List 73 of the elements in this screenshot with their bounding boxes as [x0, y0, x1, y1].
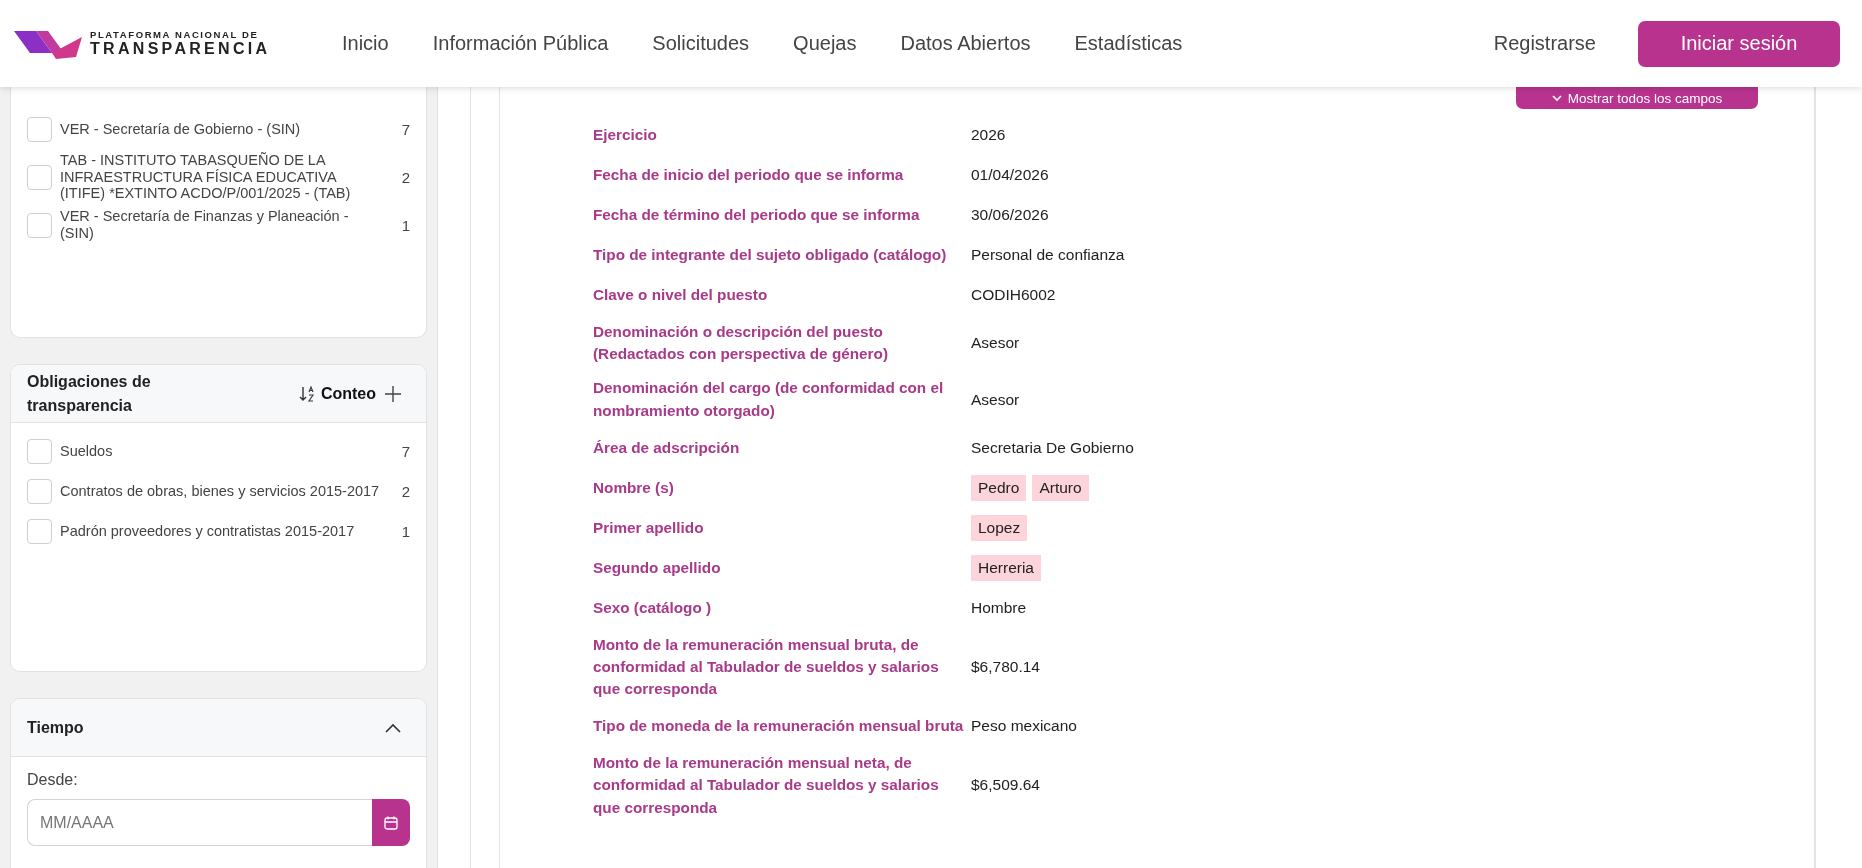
- filter-count: 1: [400, 522, 410, 540]
- filter-count: 1: [400, 216, 410, 234]
- filter-count: 7: [400, 442, 410, 460]
- field-value: Peso mexicano: [971, 716, 1078, 737]
- card-title: Obligaciones de transparencia: [27, 371, 152, 416]
- field-label: Monto de la remuneración mensual bruta, de conformidad al Tabulador de sueldos y salarios que corresponda: [593, 634, 940, 700]
- field-value: Secretaria De Gobierno: [971, 437, 1135, 458]
- checkbox[interactable]: [27, 164, 52, 190]
- checkbox[interactable]: [27, 478, 52, 504]
- sort-icon: [298, 384, 315, 403]
- field-value: 30/06/2026: [971, 205, 1050, 225]
- logo-text: TRANSPARENCIA: [90, 41, 271, 58]
- field-label: Fecha de inicio del periodo que se informa: [593, 164, 905, 185]
- field-label: Fecha de término del periodo que se informa: [593, 204, 921, 225]
- nav-link[interactable]: Quejas: [793, 32, 857, 55]
- nav-link[interactable]: Inicio: [342, 32, 389, 55]
- field-label: Tipo de integrante del sujeto obligado (catálogo): [593, 244, 948, 265]
- add-button[interactable]: [384, 384, 402, 403]
- field-label: Nombre (s): [593, 477, 675, 498]
- field-value: Asesor: [971, 389, 1021, 410]
- field-label: Denominación del cargo (de conformidad con el nombramiento otorgado): [593, 378, 945, 421]
- nav-link[interactable]: Datos Abiertos: [900, 32, 1031, 55]
- field-label: Ejercicio: [593, 124, 658, 145]
- field-value: CODIH6002: [971, 285, 1057, 305]
- filter-count: 2: [400, 168, 410, 186]
- plus-icon: [384, 384, 402, 403]
- checkbox[interactable]: [27, 212, 52, 238]
- calendar-icon: [383, 814, 399, 831]
- register-link[interactable]: Registrarse: [1493, 32, 1596, 55]
- checkbox[interactable]: [27, 518, 52, 544]
- collapse-button[interactable]: [384, 721, 402, 734]
- filter-label: Padrón proveedores y contratistas 2015-2017: [60, 522, 356, 540]
- field-label: Área de adscripción: [593, 437, 741, 458]
- highlighted-value: Arturo: [1032, 474, 1089, 501]
- field-label: Desde:: [27, 771, 79, 789]
- field-value: Personal de confianza: [971, 245, 1126, 265]
- field-label: Primer apellido: [593, 517, 705, 538]
- show-all-fields-button[interactable]: Mostrar todos los campos: [1516, 87, 1758, 109]
- filter-label: TAB - INSTITUTO TABASQUEÑO DE LA INFRAESTRUCTURA FÍSICA EDUCATIVA (ITIFE) *EXTINTO ACDO/P/001/2025 - (TAB): [60, 152, 352, 202]
- highlighted-value: Pedro: [971, 474, 1027, 501]
- filter-count: 2: [400, 482, 410, 500]
- field-value: 2026: [971, 125, 1007, 145]
- chevron-up-icon: [384, 721, 402, 734]
- checkbox[interactable]: [27, 116, 52, 142]
- filter-label: Sueldos: [60, 442, 114, 460]
- nav-link[interactable]: Estadísticas: [1074, 32, 1183, 55]
- card-title: Tiempo: [27, 717, 85, 738]
- field-label: Segundo apellido: [593, 557, 722, 578]
- field-label: Monto de la remuneración mensual neta, de conformidad al Tabulador de sueldos y salarios que corresponda: [593, 753, 940, 818]
- field-value: $6,509.64: [971, 775, 1041, 796]
- field-label: Tipo de moneda de la remuneración mensual bruta: [593, 716, 965, 737]
- field-label: Sexo (catálogo ): [593, 597, 713, 618]
- calendar-button[interactable]: [372, 799, 410, 846]
- highlighted-value: Herreria: [971, 554, 1041, 581]
- field-label: Clave o nivel del puesto: [593, 284, 769, 305]
- filter-label: VER - Secretaría de Gobierno - (SIN): [60, 120, 302, 138]
- nav-link[interactable]: Información Pública: [432, 32, 609, 55]
- nav-link[interactable]: Solicitudes: [652, 32, 750, 55]
- login-button[interactable]: Iniciar sesión: [1638, 20, 1840, 67]
- date-input[interactable]: MM/AAAA: [27, 799, 372, 846]
- field-label: Denominación o descripción del puesto (Redactados con perspectiva de género): [593, 322, 889, 365]
- sort-button[interactable]: Conteo: [298, 384, 376, 403]
- filter-label: VER - Secretaría de Finanzas y Planeación - (SIN): [60, 208, 350, 242]
- field-value: 01/04/2026: [971, 165, 1050, 185]
- filter-count: 7: [400, 120, 410, 138]
- highlighted-value: Lopez: [971, 514, 1028, 541]
- filter-label: Contratos de obras, bienes y servicios 2015-2017: [60, 482, 381, 500]
- checkbox[interactable]: [27, 438, 52, 464]
- logo-text: PLATAFORMA NACIONAL DE: [90, 29, 260, 40]
- field-value: $6,780.14: [971, 656, 1041, 677]
- field-value: Hombre: [971, 597, 1028, 618]
- field-value: Asesor: [971, 333, 1021, 354]
- chevron-down-icon: [1551, 94, 1562, 102]
